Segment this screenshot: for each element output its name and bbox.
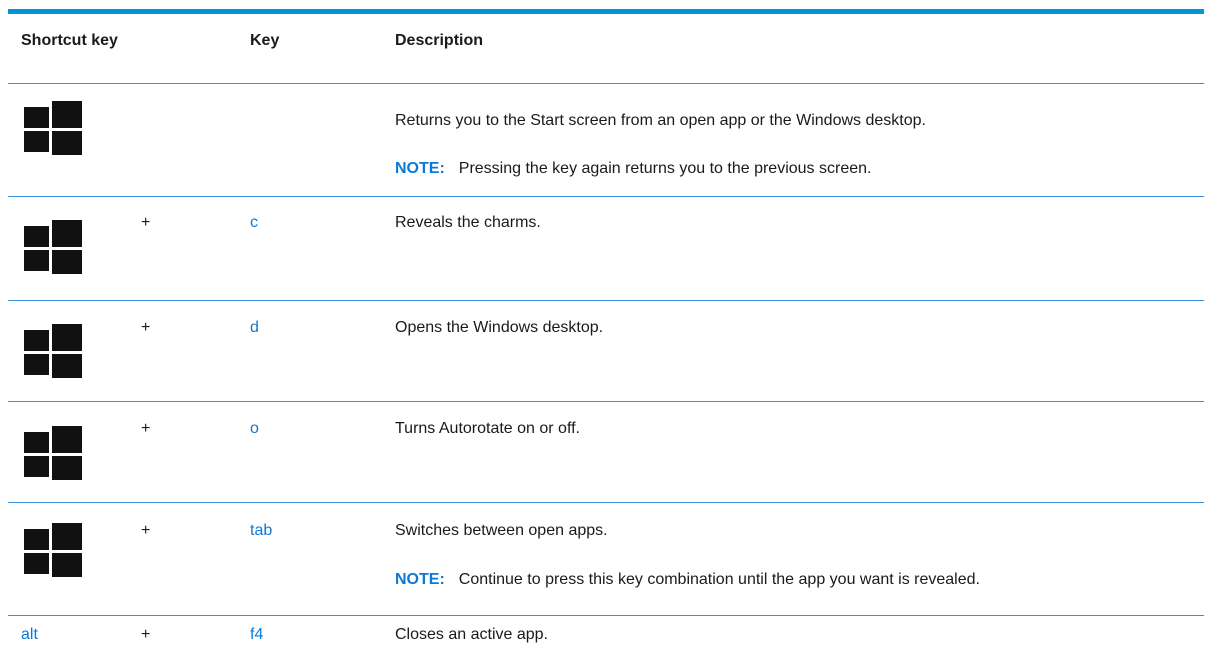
windows-logo-icon [24,101,82,155]
row-note: NOTE: Continue to press this key combinat… [395,570,980,590]
note-label: NOTE: [395,160,445,177]
header-description: Description [395,32,484,49]
windows-logo-icon [24,523,82,577]
row-description: Switches between open apps. [395,522,608,539]
key-link[interactable]: d [250,318,259,338]
key-link[interactable]: tab [250,521,272,541]
shortcut-table: Shortcut key Key Description Returns you… [8,9,1204,656]
header-key: Key [250,32,280,49]
table-row: + o Turns Autorotate on or off. [8,402,1204,503]
windows-logo-icon [24,426,82,480]
row-description: Turns Autorotate on or off. [395,420,580,437]
header-shortcut-key: Shortcut key [21,32,118,49]
table-row: + tab Switches between open apps. NOTE: C… [8,503,1204,616]
table-row: + c Reveals the charms. [8,197,1204,301]
note-text: Continue to press this key combination u… [458,571,980,588]
note-text: Pressing the key again returns you to th… [458,160,872,177]
row-note: NOTE: Pressing the key again returns you … [395,159,871,179]
table-row: Returns you to the Start screen from an … [8,84,1204,197]
row-description: Opens the Windows desktop. [395,319,604,336]
row-description: Closes an active app. [395,626,548,643]
plus-sign: + [141,420,151,437]
plus-sign: + [141,626,151,643]
note-label: NOTE: [395,571,445,588]
plus-sign: + [141,522,151,539]
key-link[interactable]: o [250,419,259,439]
table-row: alt + f4 Closes an active app. [8,616,1204,656]
windows-logo-icon [24,220,82,274]
row-description: Returns you to the Start screen from an … [395,112,926,129]
key-link[interactable]: f4 [250,625,263,645]
table-row: + d Opens the Windows desktop. [8,301,1204,402]
plus-sign: + [141,319,151,336]
plus-sign: + [141,214,151,231]
windows-logo-icon [24,324,82,378]
table-header-row: Shortcut key Key Description [8,14,1204,84]
key-link[interactable]: c [250,213,258,233]
row-description: Reveals the charms. [395,214,541,231]
shortcut-key-link[interactable]: alt [21,625,38,645]
